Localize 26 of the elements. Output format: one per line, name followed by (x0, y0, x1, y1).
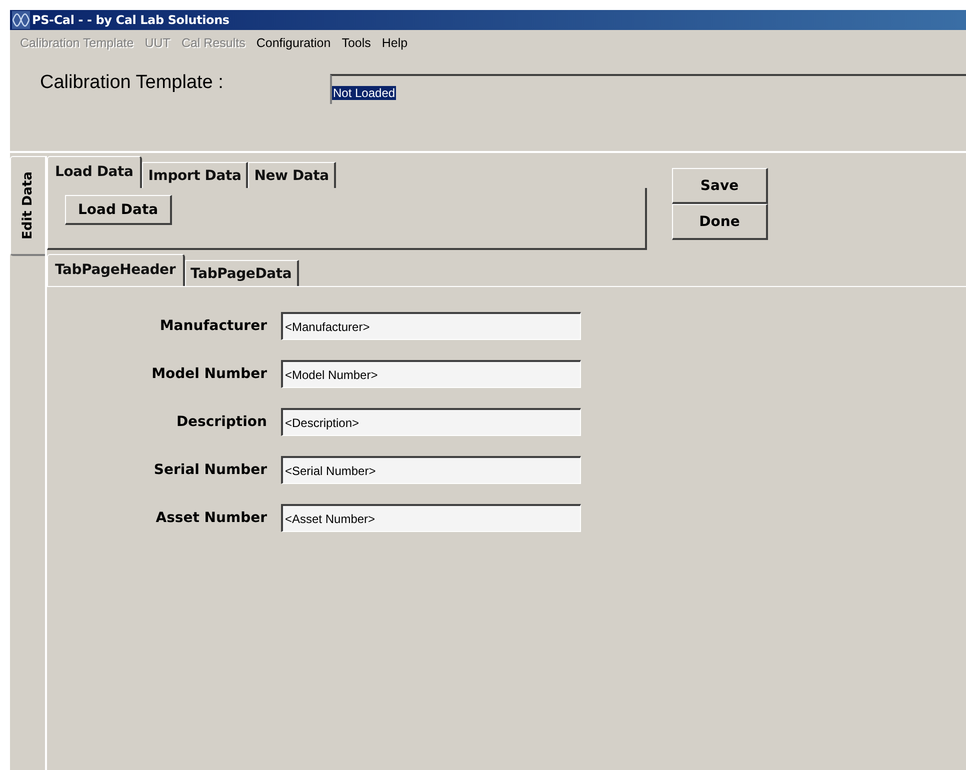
field-label: Serial Number (152, 462, 268, 478)
wave-icon (12, 11, 30, 29)
template-field[interactable]: Not Loaded (330, 74, 966, 104)
input-field[interactable]: <Serial Number> (281, 456, 581, 484)
field-label: Asset Number (154, 510, 268, 526)
field-label: Manufacturer (158, 318, 268, 334)
input-field[interactable]: <Description> (281, 408, 581, 436)
save-button[interactable]: Save (672, 168, 768, 204)
page-tab[interactable]: TabPageData (184, 260, 299, 286)
field-label: Description (175, 414, 268, 430)
page-tab[interactable]: TabPageHeader (47, 254, 185, 286)
input-field[interactable]: <Asset Number> (281, 504, 581, 532)
side-tab[interactable]: Edit Data (10, 156, 45, 256)
load-data-button[interactable]: Load Data (65, 195, 172, 225)
input-field[interactable]: <Manufacturer> (281, 312, 581, 340)
template-label: Calibration Template : (40, 71, 224, 94)
field-label: Model Number (150, 366, 268, 382)
input-field[interactable]: <Model Number> (281, 360, 581, 388)
menu-item[interactable]: Configuration (256, 36, 331, 58)
data-tab[interactable]: Import Data (142, 162, 248, 188)
menu-item[interactable]: Tools (342, 36, 371, 58)
window-title: PS-Cal - - by Cal Lab Solutions (32, 13, 230, 27)
data-tab[interactable]: New Data (248, 162, 336, 188)
menu-item[interactable]: Help (382, 36, 408, 58)
data-tab[interactable]: Load Data (47, 156, 142, 188)
done-button[interactable]: Done (672, 204, 768, 240)
